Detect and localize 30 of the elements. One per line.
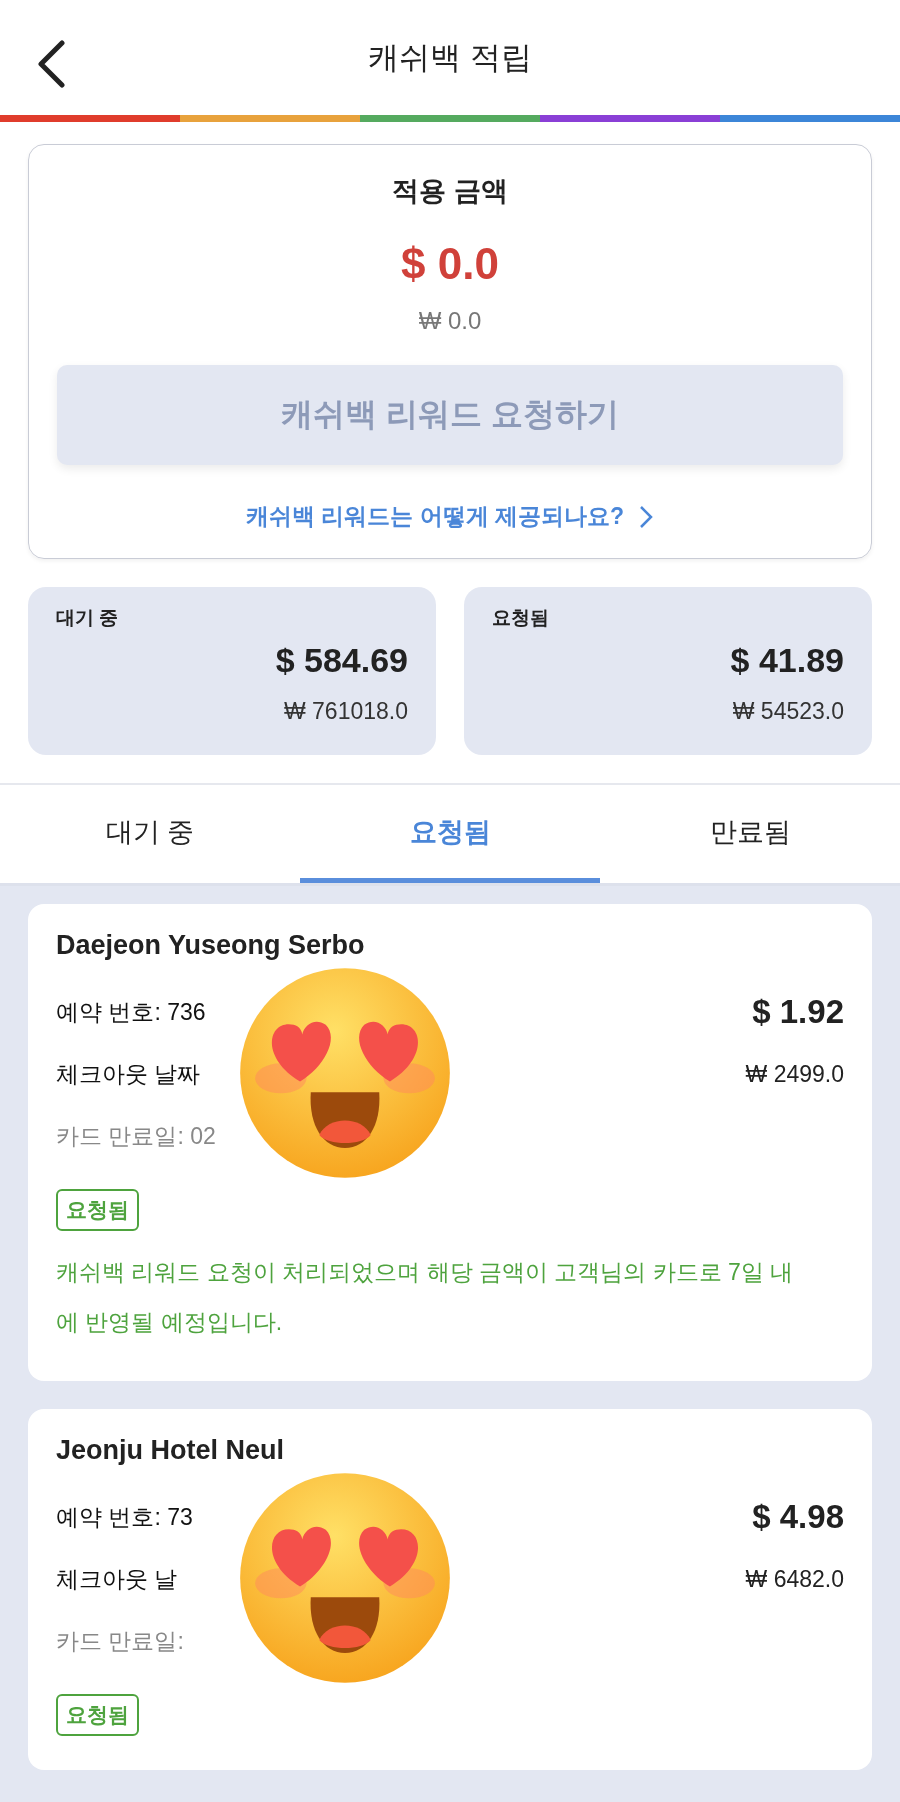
- tab[interactable]: 대기 중: [0, 785, 300, 883]
- chevron-icon[interactable]: [638, 503, 655, 530]
- usd-amount: $ 41.89: [730, 641, 844, 680]
- krw-amount: ₩ 761018.0: [283, 698, 408, 725]
- status-tag: 요청됨: [56, 1189, 139, 1231]
- usd-amount: $ 584.69: [275, 641, 408, 680]
- checkout-date: 체크아웃 날: [56, 1564, 178, 1594]
- tab[interactable]: 만료됨: [600, 785, 900, 883]
- hotel-name: Daejeon Yuseong Serbo: [56, 930, 366, 961]
- krw-amount: ₩ 6482.0: [745, 1565, 844, 1593]
- summary-title: 적용 금액: [392, 175, 508, 208]
- usd-amount: $ 1.92: [752, 993, 844, 1031]
- usd-amount: $ 4.98: [752, 1498, 844, 1536]
- krw-amount: ₩ 54523.0: [732, 698, 844, 725]
- total-label: 대기 중: [56, 606, 120, 630]
- status-tag: 요청됨: [56, 1694, 139, 1736]
- krw-amount: ₩ 0.0: [418, 307, 482, 335]
- status-message: 캐쉬백 리워드 요청이 처리되었으며 해당 금액이 고객님의 카드로 7일 내에 반영될 예정입니다.: [56, 1258, 795, 1337]
- card-expiry: 카드 만료일:: [56, 1626, 184, 1656]
- page-title: 캐쉬백 적립: [368, 38, 532, 77]
- card-expiry: 카드 만료일: 02: [56, 1121, 216, 1151]
- krw-amount: ₩ 2499.0: [745, 1060, 844, 1088]
- hotel-name: Jeonju Hotel Neul: [56, 1435, 286, 1466]
- total-label: 요청됨: [492, 606, 550, 630]
- checkout-date: 체크아웃 날짜: [56, 1059, 201, 1089]
- usd-amount: $ 0.0: [401, 239, 499, 289]
- reservation-number: 예약 번호: 73: [56, 1502, 193, 1532]
- back-icon[interactable]: [36, 40, 66, 88]
- help-link[interactable]: 캐쉬백 리워드는 어떻게 제공되나요?: [245, 501, 655, 532]
- reservation-number: 예약 번호: 736: [56, 997, 206, 1027]
